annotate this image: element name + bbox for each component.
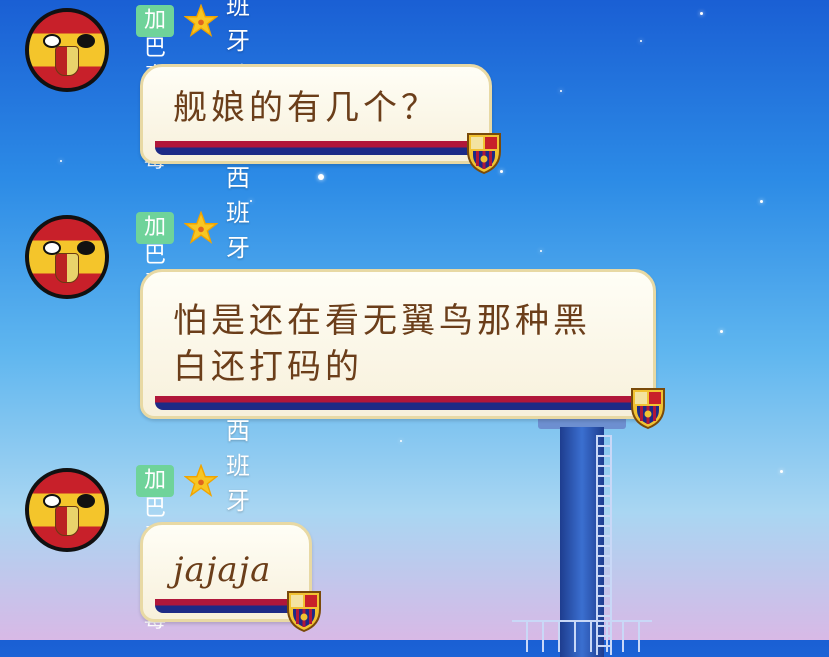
sender-line: 加巴毒啥都毒 西班牙球 — [136, 0, 250, 173]
fc-barcelona-crest-icon — [285, 589, 323, 633]
star-icon — [184, 211, 219, 245]
avatar[interactable] — [25, 215, 109, 299]
star-icon — [184, 464, 219, 498]
message-bubble[interactable]: 舰娘的有几个？ — [140, 64, 501, 175]
fc-barcelona-crest-icon — [465, 131, 503, 175]
message-bubble[interactable]: 怕是还在看无翼鸟那种黑白还打码的 — [140, 269, 665, 430]
message-text: 怕是还在看无翼鸟那种黑白还打码的 — [173, 301, 591, 387]
sender-line: 加巴毒啥都毒 西班牙球 — [136, 417, 250, 633]
avatar[interactable] — [25, 468, 109, 552]
message-text: 舰娘的有几个？ — [173, 88, 439, 128]
bubble-stripe — [155, 141, 477, 155]
title-badge: 加巴毒啥都毒 — [136, 5, 175, 173]
sender-line: 加巴毒啥都毒 西班牙球 — [136, 164, 250, 380]
bubble-stripe — [155, 396, 641, 410]
star-icon — [184, 4, 219, 38]
lighthouse-tower — [512, 415, 652, 657]
bubble-stripe — [155, 599, 297, 613]
message-text: jajaja — [173, 550, 272, 590]
avatar[interactable] — [25, 8, 109, 92]
title-badge: 加巴毒啥都毒 — [136, 465, 175, 633]
fc-barcelona-crest-icon — [629, 386, 667, 430]
message-bubble[interactable]: jajaja — [140, 522, 321, 633]
title-badge: 加巴毒啥都毒 — [136, 212, 175, 380]
